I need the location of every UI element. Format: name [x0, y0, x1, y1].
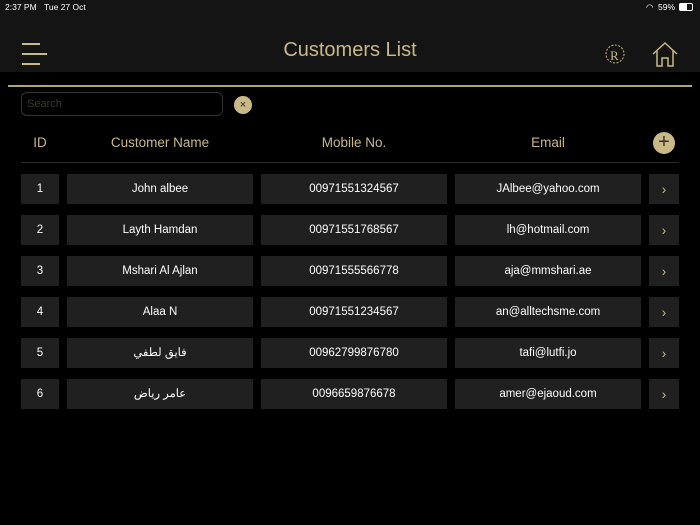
- cell-mobile: 00962799876780: [261, 338, 447, 368]
- cell-name: Layth Hamdan: [67, 215, 253, 245]
- cell-id: 6: [21, 379, 59, 409]
- cell-email: JAlbee@yahoo.com: [455, 174, 641, 204]
- chevron-right-icon[interactable]: ›: [649, 297, 679, 327]
- cell-id: 4: [21, 297, 59, 327]
- battery-level: 59%: [658, 2, 676, 12]
- column-header-email: Email: [531, 135, 565, 150]
- table-row[interactable]: 6 عامر رياض 0096659876678 amer@ejaoud.com ›: [0, 379, 700, 409]
- add-customer-button[interactable]: +: [653, 132, 675, 154]
- header-divider: [8, 85, 692, 87]
- cell-mobile: 00971555566778: [261, 256, 447, 286]
- cell-email: lh@hotmail.com: [455, 215, 641, 245]
- table-row[interactable]: 2 Layth Hamdan 00971551768567 lh@hotmail.co…: [0, 215, 700, 245]
- home-icon[interactable]: [651, 40, 679, 68]
- cell-name: فايق لطفي: [67, 338, 253, 368]
- column-header-name: Customer Name: [110, 135, 210, 150]
- status-time: 2:37 PM: [5, 2, 37, 12]
- page-title: Customers List: [283, 39, 417, 61]
- chevron-right-icon[interactable]: ›: [649, 256, 679, 286]
- cell-name: Mshari Al Ajlan: [67, 256, 253, 286]
- cell-name: عامر رياض: [67, 379, 253, 409]
- battery-icon: [679, 3, 693, 11]
- table-row[interactable]: 5 فايق لطفي 00962799876780 tafi@lutfi.jo ›: [0, 338, 700, 368]
- status-date: Tue 27 Oct: [44, 2, 86, 12]
- cell-email: amer@ejaoud.com: [455, 379, 641, 409]
- cell-id: 1: [21, 174, 59, 204]
- table-header-divider: [21, 162, 679, 163]
- cell-id: 5: [21, 338, 59, 368]
- logo-icon[interactable]: R: [602, 42, 626, 66]
- cell-email: tafi@lutfi.jo: [455, 338, 641, 368]
- clear-search-button[interactable]: ×: [234, 96, 252, 114]
- cell-mobile: 0096659876678: [261, 379, 447, 409]
- table-row[interactable]: 4 Alaa N 00971551234567 an@alltechsme.com ›: [0, 297, 700, 327]
- table-row[interactable]: 3 Mshari Al Ajlan 00971555566778 aja@mmshar…: [0, 256, 700, 286]
- svg-text:R: R: [610, 48, 619, 63]
- cell-email: an@alltechsme.com: [455, 297, 641, 327]
- cell-id: 3: [21, 256, 59, 286]
- chevron-right-icon[interactable]: ›: [649, 379, 679, 409]
- column-header-mobile: Mobile No.: [321, 135, 387, 150]
- chevron-right-icon[interactable]: ›: [649, 215, 679, 245]
- cell-name: John albee: [67, 174, 253, 204]
- chevron-right-icon[interactable]: ›: [649, 338, 679, 368]
- table-row[interactable]: 1 John albee 00971551324567 JAlbee@yahoo.co…: [0, 174, 700, 204]
- search-input[interactable]: [21, 92, 223, 116]
- cell-email: aja@mmshari.ae: [455, 256, 641, 286]
- wifi-icon: ◠: [646, 2, 654, 12]
- chevron-right-icon[interactable]: ›: [649, 174, 679, 204]
- cell-mobile: 00971551324567: [261, 174, 447, 204]
- cell-mobile: 00971551234567: [261, 297, 447, 327]
- cell-id: 2: [21, 215, 59, 245]
- column-header-id: ID: [33, 135, 47, 150]
- cell-mobile: 00971551768567: [261, 215, 447, 245]
- cell-name: Alaa N: [67, 297, 253, 327]
